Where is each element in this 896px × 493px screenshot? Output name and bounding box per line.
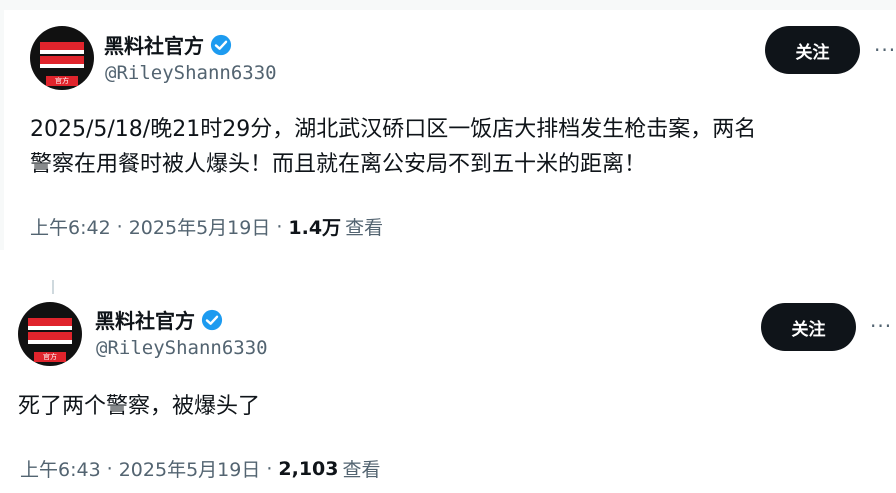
views-label[interactable]: 查看 (345, 213, 383, 240)
tweet-time[interactable]: 上午6:42 (30, 213, 111, 240)
author-handle[interactable]: @RileyShann6330 (105, 62, 277, 84)
tweet-text-line-2: 警察在用餐时被人爆头！而且就在离公安局不到五十米的距离！ (30, 152, 647, 177)
view-count: 1.4万 (288, 217, 342, 239)
avatar-tag: 官方 (34, 352, 66, 362)
meta-separator: · (276, 215, 283, 238)
tweet-date[interactable]: 2025年5月19日 (129, 213, 271, 240)
avatar[interactable]: 官方 (30, 26, 94, 90)
tweet-text-line-1: 2025/5/18/晚21时29分，湖北武汉硚口区一饭店大排档发生枪击案，两名 (30, 117, 757, 142)
author-name[interactable]: 黑料社官方 (104, 30, 204, 59)
meta-separator: · (106, 457, 113, 480)
tweet-time[interactable]: 上午6:43 (20, 455, 101, 482)
tweet-text-line-1: 死了两个警察，被爆头了 (18, 394, 261, 419)
tweet-meta: 上午6:42 · 2025年5月19日 · 1.4万 查看 (30, 213, 383, 240)
verified-badge-icon (210, 34, 232, 55)
avatar-tag: 官方 (46, 76, 78, 86)
author-row: 黑料社官方 (95, 305, 223, 334)
view-count: 2,103 (278, 457, 339, 480)
verified-badge-icon (201, 309, 223, 330)
author-handle[interactable]: @RileyShann6330 (96, 337, 268, 359)
thread-line (52, 280, 54, 294)
meta-separator: · (266, 457, 273, 480)
tweet-1[interactable]: 官方 黑料社官方 @RileyShann6330 关注 ··· 2025/5/1… (0, 0, 896, 250)
tweet-text: 2025/5/18/晚21时29分，湖北武汉硚口区一饭店大排档发生枪击案，两名 … (30, 112, 890, 182)
author-name[interactable]: 黑料社官方 (95, 305, 195, 334)
more-icon[interactable]: ··· (870, 314, 892, 338)
tweet-1-card: 官方 黑料社官方 @RileyShann6330 关注 ··· 2025/5/1… (4, 10, 896, 250)
tweet-text: 死了两个警察，被爆头了 (18, 389, 260, 424)
views-label[interactable]: 查看 (343, 455, 381, 482)
tweet-date[interactable]: 2025年5月19日 (119, 455, 261, 482)
avatar[interactable]: 官方 (18, 302, 82, 366)
more-icon[interactable]: ··· (874, 38, 896, 62)
author-row: 黑料社官方 (104, 30, 232, 59)
tweet-meta: 上午6:43 · 2025年5月19日 · 2,103 查看 (20, 455, 381, 482)
meta-separator: · (116, 215, 123, 238)
follow-button[interactable]: 关注 (761, 303, 856, 351)
follow-button[interactable]: 关注 (765, 26, 860, 74)
tweet-2[interactable]: 官方 黑料社官方 @RileyShann6330 关注 ··· 死了两个警察，被… (0, 268, 896, 493)
